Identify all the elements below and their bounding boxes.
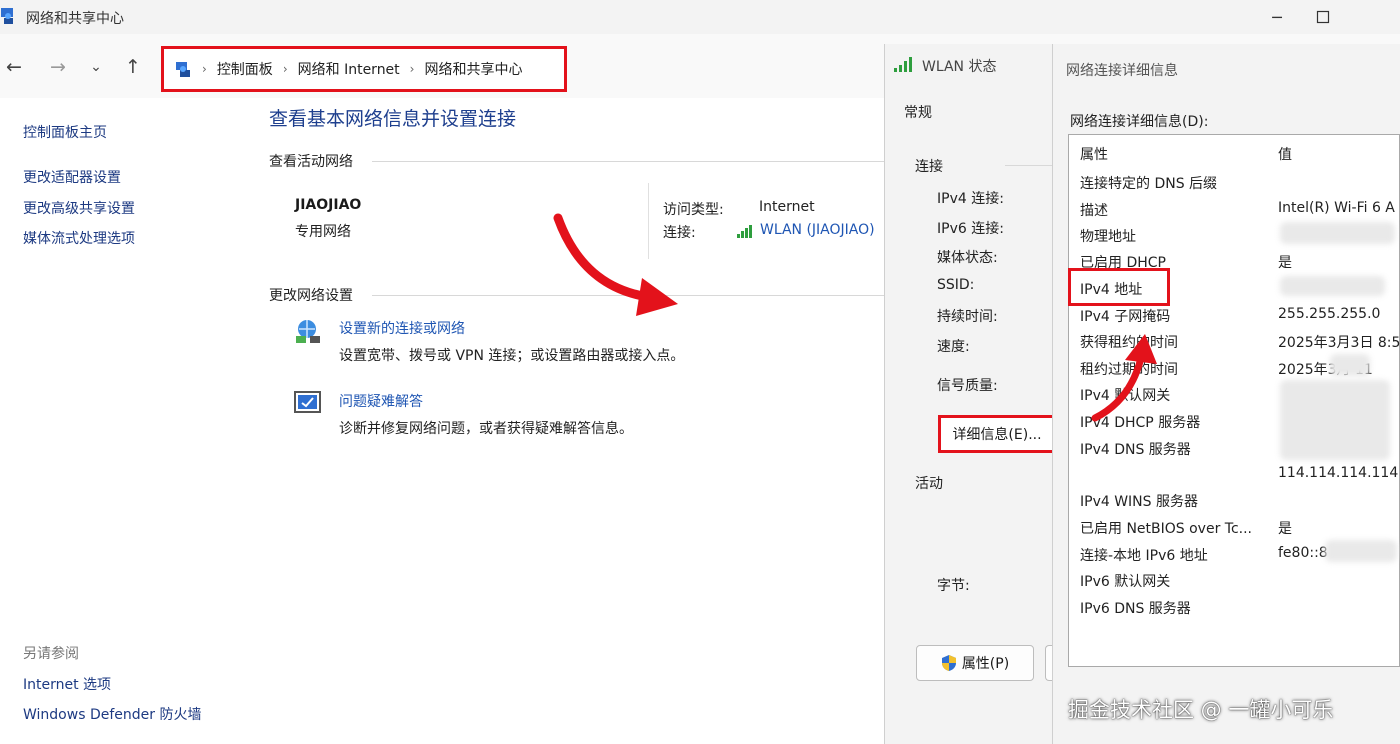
minimize-button[interactable]: ─	[1254, 0, 1300, 34]
media-state-label: 媒体状态:	[937, 250, 998, 266]
forward-arrow-icon: →	[50, 56, 66, 78]
sidebar-item-internet-options[interactable]: Internet 选项	[23, 674, 111, 694]
ipv4-connectivity-label: IPv4 连接:	[937, 191, 1004, 207]
duration-label: 持续时间:	[937, 309, 998, 325]
sidebar-item-advanced-sharing[interactable]: 更改高级共享设置	[23, 198, 135, 218]
table-row-name: IPv6 默认网关	[1080, 574, 1171, 590]
recent-locations-button[interactable]: ⌄	[82, 52, 110, 82]
page-title: 查看基本网络信息并设置连接	[269, 108, 517, 130]
title-bar	[0, 0, 1400, 34]
properties-button-label: 属性(P)	[961, 656, 1010, 672]
table-row-value: 255.255.255.0	[1278, 306, 1381, 322]
see-also-heading: 另请参阅	[23, 646, 79, 662]
network-type: 专用网络	[295, 224, 351, 240]
setup-new-connection-link[interactable]: 设置新的连接或网络	[339, 318, 465, 338]
troubleshoot-icon	[294, 391, 321, 413]
wifi-signal-icon	[737, 225, 752, 238]
annotation-arrow-icon	[553, 213, 678, 316]
table-row-value: 114.114.114.114	[1278, 465, 1399, 481]
table-row-name: IPv4 子网掩码	[1080, 309, 1171, 325]
back-button[interactable]: ←	[0, 52, 28, 82]
access-type-value: Internet	[759, 199, 815, 215]
redacted-value	[1280, 380, 1390, 460]
window-title: 网络和共享中心	[26, 11, 124, 27]
table-row-value: Intel(R) Wi-Fi 6 A	[1278, 200, 1395, 216]
redacted-value	[1325, 540, 1397, 562]
table-row-value: 是	[1278, 521, 1292, 537]
table-row-name: 物理地址	[1080, 229, 1136, 245]
network-name: JIAOJIAO	[295, 197, 362, 213]
redacted-value	[1330, 354, 1370, 376]
ipv6-connectivity-label: IPv6 连接:	[937, 221, 1004, 237]
shield-icon	[941, 655, 956, 671]
divider	[1005, 165, 1053, 166]
signal-quality-label: 信号质量:	[937, 378, 998, 394]
breadcrumb-separator: ›	[409, 62, 415, 76]
sidebar-item-adapter-settings[interactable]: 更改适配器设置	[23, 167, 121, 187]
connection-heading: 连接	[915, 159, 943, 175]
column-header-property[interactable]: 属性	[1080, 144, 1108, 164]
details-dialog-title: 网络连接详细信息	[1066, 63, 1178, 79]
redacted-value	[1280, 276, 1385, 296]
forward-button[interactable]: →	[44, 52, 72, 82]
table-row-name: 连接-本地 IPv6 地址	[1080, 548, 1208, 564]
table-row-name: IPv4 DNS 服务器	[1080, 442, 1191, 458]
column-header-value[interactable]: 值	[1278, 144, 1292, 164]
troubleshoot-desc: 诊断并修复网络问题，或者获得疑难解答信息。	[339, 421, 633, 437]
table-row-name: IPv6 DNS 服务器	[1080, 601, 1191, 617]
sidebar-item-control-panel-home[interactable]: 控制面板主页	[23, 122, 107, 142]
table-row-value: 是	[1278, 255, 1292, 271]
table-row-name: IPv4 WINS 服务器	[1080, 494, 1198, 510]
breadcrumb-network-center[interactable]: 网络和共享中心	[424, 59, 522, 79]
up-button[interactable]: ↑	[119, 52, 147, 82]
table-row-value: 2025年3月3日 8:5	[1278, 335, 1400, 351]
active-network-heading: 查看活动网络	[269, 154, 353, 170]
divider	[372, 161, 884, 162]
breadcrumb-network-internet[interactable]: 网络和 Internet	[298, 59, 400, 79]
bytes-label: 字节:	[937, 578, 970, 594]
breadcrumb-separator: ›	[202, 62, 207, 76]
details-button[interactable]: 详细信息(E)...	[938, 415, 1056, 453]
maximize-button[interactable]	[1300, 0, 1346, 34]
annotation-arrow-icon	[1091, 334, 1157, 422]
tab-general[interactable]: 常规	[904, 102, 932, 122]
maximize-icon	[1316, 10, 1330, 24]
breadcrumb-control-panel[interactable]: 控制面板	[217, 59, 273, 79]
back-arrow-icon: ←	[6, 56, 22, 78]
speed-label: 速度:	[937, 339, 970, 355]
wlan-dialog-title: WLAN 状态	[922, 59, 997, 75]
new-connection-icon	[296, 320, 320, 343]
dropdown-chevron-icon: ⌄	[90, 59, 102, 75]
sidebar-item-media-streaming[interactable]: 媒体流式处理选项	[23, 228, 135, 248]
table-row-name: 已启用 NetBIOS over Tc...	[1080, 521, 1253, 537]
watermark: 掘金技术社区 @ 一罐小可乐	[1068, 698, 1334, 722]
table-row-name: 连接特定的 DNS 后缀	[1080, 176, 1218, 192]
sidebar-item-defender-firewall[interactable]: Windows Defender 防火墙	[23, 704, 201, 724]
properties-button[interactable]: 属性(P)	[916, 645, 1034, 681]
redacted-value	[1280, 222, 1395, 244]
breadcrumb-separator: ›	[282, 62, 288, 76]
activity-heading: 活动	[915, 476, 943, 492]
network-center-icon	[1, 8, 13, 24]
up-arrow-icon: ↑	[125, 56, 141, 78]
ssid-label: SSID:	[937, 277, 975, 293]
details-list-label: 网络连接详细信息(D):	[1070, 114, 1209, 130]
table-row-name: 描述	[1080, 203, 1108, 219]
breadcrumb[interactable]: › 控制面板 › 网络和 Internet › 网络和共享中心	[161, 46, 567, 92]
ipv4-address-highlight	[1068, 268, 1170, 306]
change-settings-heading: 更改网络设置	[269, 288, 353, 304]
table-row-value: fe80::8	[1278, 545, 1328, 561]
connection-link[interactable]: WLAN (JIAOJIAO)	[760, 222, 884, 238]
troubleshoot-link[interactable]: 问题疑难解答	[339, 391, 423, 411]
wifi-signal-icon	[894, 57, 912, 72]
setup-new-connection-desc: 设置宽带、拨号或 VPN 连接；或设置路由器或接入点。	[339, 348, 685, 364]
network-center-icon	[176, 62, 190, 77]
